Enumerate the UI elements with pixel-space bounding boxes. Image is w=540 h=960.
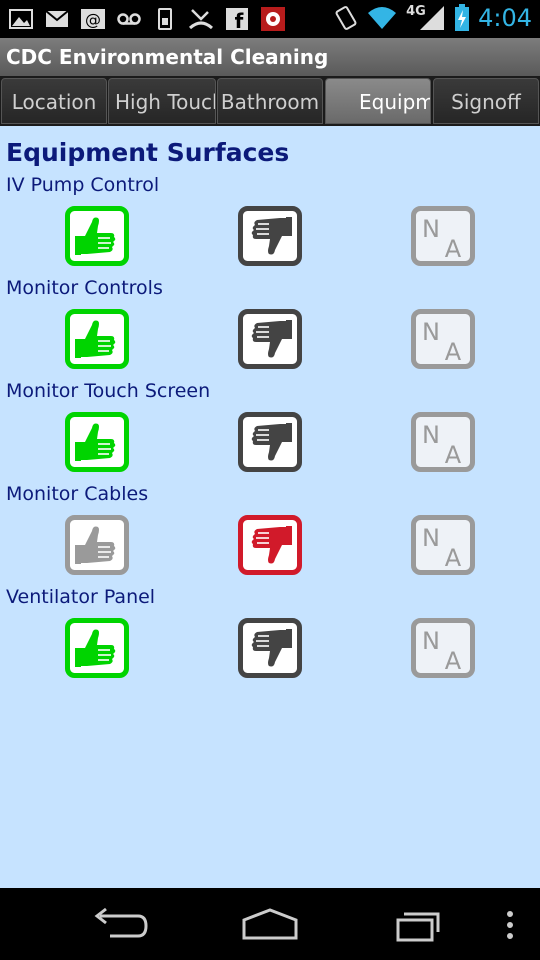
- section-title: Equipment Surfaces: [6, 138, 290, 167]
- menu-icon[interactable]: [490, 898, 530, 950]
- na-letter-n: N: [422, 627, 440, 655]
- thumbs-up-button[interactable]: [65, 618, 129, 678]
- status-bar: @ f 4G 4:04: [0, 0, 540, 38]
- tab-location[interactable]: Location: [1, 78, 107, 124]
- tab-equipment[interactable]: Equipment: [325, 78, 431, 124]
- not-applicable-button[interactable]: NA: [411, 412, 475, 472]
- not-applicable-button[interactable]: NA: [411, 618, 475, 678]
- facebook-icon: f: [226, 8, 248, 32]
- status-time: 4:04: [478, 4, 532, 32]
- wifi-icon: [368, 7, 397, 29]
- app-notification-icon: [261, 7, 285, 31]
- thumbs-up-button[interactable]: [65, 412, 129, 472]
- na-letter-n: N: [422, 524, 440, 552]
- thumbs-up-button[interactable]: [65, 309, 129, 369]
- surface-label: Ventilator Panel: [6, 586, 156, 608]
- signal-icon: 4G: [406, 4, 446, 32]
- battery-icon: [455, 4, 470, 31]
- tab-bathroom[interactable]: Bathroom: [217, 78, 323, 124]
- email-icon: @: [81, 9, 105, 29]
- navigation-bar: [0, 888, 540, 960]
- thumbs-down-button[interactable]: [238, 618, 302, 678]
- equipment-surfaces-panel: Equipment Surfaces IV Pump Control N A Moni…: [0, 126, 540, 888]
- thumbs-down-button[interactable]: [238, 309, 302, 369]
- surface-label: Monitor Controls: [6, 277, 163, 299]
- na-letter-a: A: [445, 338, 462, 366]
- surface-label: IV Pump Control: [6, 174, 160, 196]
- na-letter-n: N: [422, 215, 440, 243]
- svg-text:f: f: [235, 9, 244, 32]
- tab-label: Signoff: [451, 90, 521, 114]
- na-letter-a: A: [445, 647, 462, 675]
- thumbs-up-button[interactable]: [65, 206, 129, 266]
- surface-label: Monitor Cables: [6, 483, 149, 505]
- tab-label: High Touch: [115, 90, 216, 114]
- tab-label: Bathroom: [220, 90, 320, 114]
- surface-label: Monitor Touch Screen: [6, 380, 211, 402]
- na-letter-a: A: [445, 441, 462, 469]
- gallery-icon: [9, 9, 33, 29]
- voicemail-icon: [117, 13, 141, 25]
- thumbs-down-button[interactable]: [238, 206, 302, 266]
- recents-icon[interactable]: [380, 898, 460, 950]
- not-applicable-button[interactable]: NA: [411, 515, 475, 575]
- na-letter-a: A: [445, 235, 462, 263]
- tab-label: Location: [11, 90, 97, 114]
- thumbs-up-button[interactable]: [65, 515, 129, 575]
- tab-signoff[interactable]: Signoff: [433, 78, 539, 124]
- tab-label: Equipment: [359, 90, 430, 114]
- tab-bar: Location High Touch Bathroom Equipment S…: [0, 76, 540, 126]
- not-applicable-button[interactable]: NA: [411, 206, 475, 266]
- rotate-icon: [335, 6, 357, 30]
- sim-icon: [158, 8, 172, 30]
- gmail-icon: [45, 10, 69, 27]
- svg-text:@: @: [85, 10, 101, 29]
- na-letter-n: N: [422, 421, 440, 449]
- home-icon[interactable]: [230, 898, 310, 950]
- thumbs-down-button[interactable]: [238, 412, 302, 472]
- na-letter-a: A: [445, 544, 462, 572]
- back-icon[interactable]: [80, 898, 160, 950]
- thumbs-down-button[interactable]: [238, 515, 302, 575]
- app-title: CDC Environmental Cleaning: [0, 38, 540, 76]
- tab-high-touch[interactable]: High Touch: [108, 78, 216, 124]
- not-applicable-button[interactable]: NA: [411, 309, 475, 369]
- missed-call-icon: [188, 9, 214, 30]
- na-letter-n: N: [422, 318, 440, 346]
